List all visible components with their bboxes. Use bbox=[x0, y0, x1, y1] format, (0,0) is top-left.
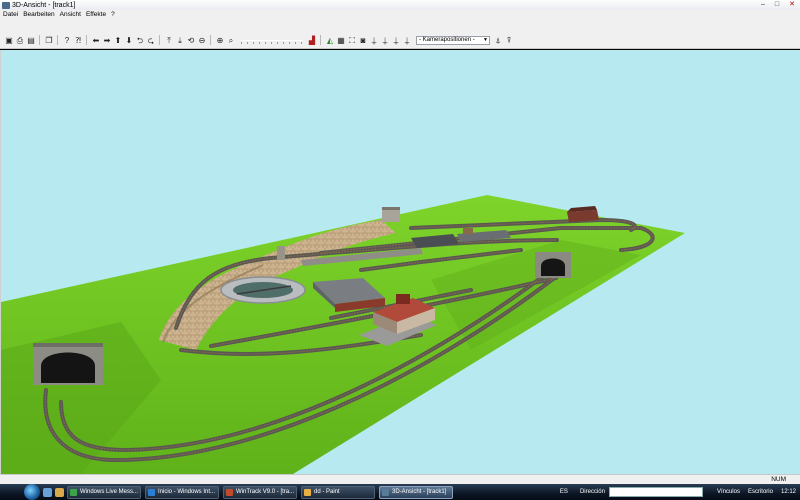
3d-view-icon bbox=[382, 488, 389, 496]
camera-positions-value: - Kamerapositionen - bbox=[419, 36, 475, 43]
locomotive-icon[interactable]: ▟ bbox=[307, 35, 317, 46]
num-lock-indicator: NUM bbox=[771, 476, 786, 483]
desktop-toolbar[interactable]: Escritorio bbox=[748, 489, 773, 495]
toolbar-separator bbox=[159, 35, 162, 45]
brick-house bbox=[567, 206, 599, 222]
language-indicator[interactable]: ES bbox=[560, 489, 568, 495]
preview-icon[interactable]: ▤ bbox=[26, 35, 36, 46]
taskbar-button-label: 3D-Ansicht - [track1] bbox=[392, 488, 447, 495]
view-reset-icon[interactable]: ⟲ bbox=[186, 35, 196, 46]
slider-track bbox=[241, 40, 303, 41]
window-title: 3D-Ansicht - [track1] bbox=[12, 1, 76, 9]
taskbar-button[interactable]: Windows Live Mess... bbox=[67, 485, 141, 499]
toolbar-separator bbox=[320, 35, 323, 45]
clock[interactable]: 12:12 bbox=[781, 489, 796, 495]
paint-icon bbox=[304, 488, 311, 496]
camera-icon[interactable]: ◙ bbox=[358, 35, 368, 46]
taskbar-button-label: WinTrack V9.0 - [tra... bbox=[236, 488, 295, 495]
zoom-out-icon[interactable]: ⊖ bbox=[197, 35, 207, 46]
close-button[interactable]: ✕ bbox=[784, 0, 800, 10]
chevron-down-icon: ▼ bbox=[483, 36, 488, 43]
minimize-button[interactable]: – bbox=[756, 0, 770, 10]
taskbar-button[interactable]: WinTrack V9.0 - [tra... bbox=[223, 485, 297, 499]
signal-icon-1[interactable]: ⍊ bbox=[369, 35, 379, 46]
arrow-right-icon[interactable]: ➡ bbox=[102, 35, 112, 46]
toolbar-separator bbox=[210, 35, 213, 45]
toolbar: ▣ ⎙ ▤ ❐ ? ⁈ ⬅ ➡ ⬆ ⬇ ⮌ ⮎ ⤒ ⤓ ⟲ ⊖ ⊕ ⌕ ▟ ◭ … bbox=[0, 19, 800, 49]
system-tray: ES Dirección Vínculos Escritorio 12:12 bbox=[560, 484, 800, 500]
taskbar-button-label: Windows Live Mess... bbox=[80, 488, 139, 495]
toolbar-separator bbox=[57, 35, 60, 45]
arrow-down-icon[interactable]: ⬇ bbox=[124, 35, 134, 46]
address-label: Dirección bbox=[579, 489, 605, 495]
layout-scene bbox=[1, 195, 685, 474]
camera-positions-dropdown[interactable]: - Kamerapositionen - ▼ bbox=[416, 35, 490, 45]
quicklaunch-media-icon[interactable] bbox=[55, 487, 64, 497]
taskbar: Windows Live Mess... Inicio - Windows In… bbox=[0, 484, 800, 500]
print-icon[interactable]: ⎙ bbox=[15, 35, 25, 46]
maximize-button[interactable]: □ bbox=[770, 0, 784, 10]
arrow-up-icon[interactable]: ⬆ bbox=[113, 35, 123, 46]
watch-tower bbox=[382, 207, 400, 222]
signal-icon-2[interactable]: ⍊ bbox=[380, 35, 390, 46]
wintrack-icon bbox=[226, 488, 233, 496]
title-bar: 3D-Ansicht - [track1] – □ ✕ bbox=[0, 0, 800, 10]
address-input[interactable] bbox=[608, 487, 703, 497]
screenshot-icon[interactable]: ⛶ bbox=[347, 35, 357, 46]
messenger-icon bbox=[70, 488, 77, 496]
menu-effekte[interactable]: Effekte bbox=[85, 11, 110, 18]
links-toolbar[interactable]: Vínculos bbox=[717, 489, 740, 495]
save-icon[interactable]: ▣ bbox=[4, 35, 14, 46]
zoom-slider[interactable] bbox=[241, 36, 303, 44]
texture-icon[interactable]: ▦ bbox=[336, 35, 346, 46]
slider-ticks bbox=[241, 42, 303, 44]
camera-remove-icon[interactable]: ⍒ bbox=[504, 35, 514, 46]
tunnel-portal-left bbox=[33, 343, 103, 385]
taskbar-button-active[interactable]: 3D-Ansicht - [track1] bbox=[379, 485, 453, 499]
menu-ansicht[interactable]: Ansicht bbox=[59, 11, 85, 18]
toolbar-separator bbox=[86, 35, 89, 45]
taskbar-button[interactable]: Inicio - Windows Int... bbox=[145, 485, 219, 499]
menu-help[interactable]: ? bbox=[110, 11, 119, 18]
3d-viewport[interactable] bbox=[0, 50, 800, 474]
arrow-left-icon[interactable]: ⬅ bbox=[91, 35, 101, 46]
window-controls: – □ ✕ bbox=[756, 0, 800, 10]
toolbar-row: ▣ ⎙ ▤ ❐ ? ⁈ ⬅ ➡ ⬆ ⬇ ⮌ ⮎ ⤒ ⤓ ⟲ ⊖ ⊕ ⌕ ▟ ◭ … bbox=[4, 33, 515, 47]
tunnel-portal-right bbox=[535, 252, 571, 278]
rotate-left-icon[interactable]: ⮌ bbox=[135, 35, 145, 46]
copy-icon[interactable]: ❐ bbox=[44, 35, 54, 46]
menu-datei[interactable]: Datei bbox=[2, 11, 22, 18]
zoom-icon[interactable]: ⌕ bbox=[226, 35, 236, 46]
info-icon[interactable]: ? bbox=[62, 35, 72, 46]
taskbar-button-label: dd - Paint bbox=[314, 488, 340, 495]
app-icon bbox=[2, 1, 10, 9]
landscape-icon[interactable]: ◭ bbox=[325, 35, 335, 46]
taskbar-button-label: Inicio - Windows Int... bbox=[158, 488, 216, 495]
tilt-down-icon[interactable]: ⤓ bbox=[175, 35, 185, 46]
status-bar: NUM bbox=[0, 474, 800, 484]
camera-add-icon[interactable]: ⍋ bbox=[493, 35, 503, 46]
help-icon[interactable]: ⁈ bbox=[73, 35, 83, 46]
taskbar-button[interactable]: dd - Paint bbox=[301, 485, 375, 499]
menu-bearbeiten[interactable]: Bearbeiten bbox=[22, 11, 58, 18]
quicklaunch-desktop-icon[interactable] bbox=[43, 487, 52, 497]
toolbar-separator bbox=[39, 35, 42, 45]
browser-icon bbox=[148, 488, 155, 496]
signal-icon-4[interactable]: ⍊ bbox=[402, 35, 412, 46]
tilt-up-icon[interactable]: ⤒ bbox=[164, 35, 174, 46]
rotate-right-icon[interactable]: ⮎ bbox=[146, 35, 156, 46]
zoom-in-icon[interactable]: ⊕ bbox=[215, 35, 225, 46]
start-button[interactable] bbox=[24, 484, 40, 500]
signal-tower bbox=[277, 246, 285, 260]
menu-bar: Datei Bearbeiten Ansicht Effekte ? bbox=[0, 10, 800, 19]
signal-icon-3[interactable]: ⍊ bbox=[391, 35, 401, 46]
